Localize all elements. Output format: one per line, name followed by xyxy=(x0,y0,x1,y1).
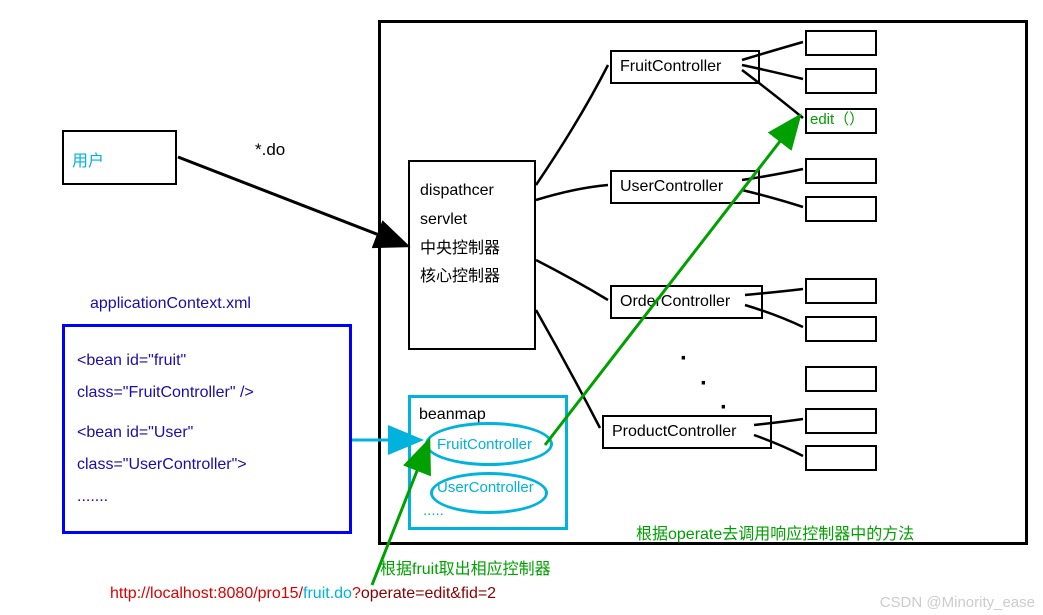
xml-line5: ....... xyxy=(77,481,337,513)
url-part3: ? xyxy=(352,585,361,602)
user-controller-label: UserController xyxy=(620,178,723,195)
small-box-7 xyxy=(805,316,877,342)
small-box-9 xyxy=(805,408,877,434)
user-label: 用户 xyxy=(72,153,104,170)
xml-line1: <bean id="fruit" xyxy=(77,345,337,377)
dot3: · xyxy=(720,394,728,422)
do-label: *.do xyxy=(255,140,285,160)
small-box-1 xyxy=(805,30,877,56)
watermark: CSDN @Minority_ease xyxy=(880,594,1035,611)
ellipse-2 xyxy=(430,472,548,514)
small-box-2 xyxy=(805,68,877,94)
url-part4: operate=edit&fid=2 xyxy=(361,585,496,602)
dispatcher-line4: 核心控制器 xyxy=(420,263,524,292)
product-controller-box: ProductController xyxy=(602,415,772,449)
small-box-10 xyxy=(805,445,877,471)
small-box-6 xyxy=(805,278,877,304)
order-controller-label: OrderController xyxy=(620,293,730,310)
xml-box: <bean id="fruit" class="FruitController"… xyxy=(62,324,352,534)
small-box-5 xyxy=(805,196,877,222)
product-controller-label: ProductController xyxy=(612,423,737,440)
dot2: · xyxy=(700,370,708,398)
xml-title: applicationContext.xml xyxy=(90,295,251,313)
xml-line2: class="FruitController" /> xyxy=(77,377,337,409)
url-text: http://localhost:8080/pro15/fruit.do?ope… xyxy=(110,585,496,603)
dispatcher-line1: dispathcer xyxy=(420,177,524,206)
dot1: · xyxy=(680,345,688,373)
dispatcher-line2: servlet xyxy=(420,206,524,235)
small-box-4 xyxy=(805,158,877,184)
small-box-8 xyxy=(805,366,877,392)
dispatcher-line3: 中央控制器 xyxy=(420,235,524,264)
url-part1: http://localhost:8080/pro15/ xyxy=(110,585,303,602)
xml-line3: <bean id="User" xyxy=(77,417,337,449)
user-controller-box: UserController xyxy=(610,170,760,204)
order-controller-box: OrderController xyxy=(610,285,763,319)
edit-method-label: edit（） xyxy=(810,108,864,129)
ellipse-1 xyxy=(425,422,553,466)
annotation-1: 根据fruit取出相应控制器 xyxy=(380,555,551,579)
url-part2: fruit.do xyxy=(303,585,352,602)
annotation-2: 根据operate去调用响应控制器中的方法 xyxy=(636,520,914,544)
xml-line4: class="UserController"> xyxy=(77,449,337,481)
fruit-controller-label: FruitController xyxy=(620,58,721,75)
user-box: 用户 xyxy=(62,130,177,185)
fruit-controller-box: FruitController xyxy=(610,50,760,84)
dispatcher-box: dispathcer servlet 中央控制器 核心控制器 xyxy=(408,160,536,350)
